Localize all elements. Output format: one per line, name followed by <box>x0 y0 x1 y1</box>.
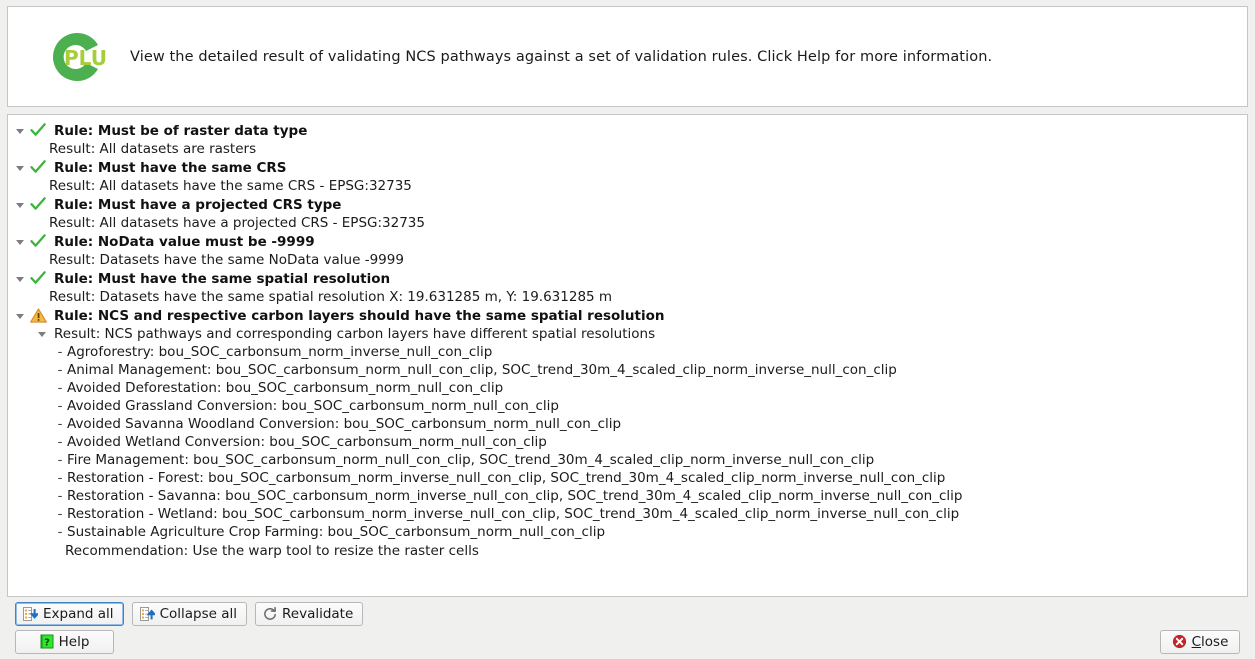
rule-label: Rule: Must have the same CRS <box>54 160 287 176</box>
check-icon <box>27 270 49 285</box>
rule-row[interactable]: Rule: NoData value must be -9999 <box>12 232 1243 251</box>
close-rest: lose <box>1201 633 1229 650</box>
pathway-detail-text: Avoided Savanna Woodland Conversion: bou… <box>67 416 622 432</box>
pathway-detail-text: Avoided Deforestation: bou_SOC_carbonsum… <box>67 380 504 396</box>
validation-rule-node: Rule: Must have a projected CRS type Res… <box>12 195 1243 232</box>
pathway-detail-text: Restoration - Forest: bou_SOC_carbonsum_… <box>67 470 946 486</box>
dash-bullet-icon: - <box>57 470 63 486</box>
rule-label: Rule: NoData value must be -9999 <box>54 234 315 250</box>
list-item: - Avoided Deforestation: bou_SOC_carbons… <box>12 379 1243 397</box>
help-button[interactable]: ? Help <box>15 629 114 654</box>
check-icon <box>27 159 49 174</box>
expander-triangle-icon[interactable] <box>12 122 27 134</box>
svg-text:PLUS: PLUS <box>64 46 108 70</box>
expander-triangle-icon[interactable] <box>12 159 27 171</box>
refresh-icon <box>263 606 277 621</box>
expand-all-button[interactable]: Expand all <box>15 602 124 626</box>
collapse-all-button[interactable]: Collapse all <box>131 602 247 626</box>
rule-result-text: Result: Datasets have the same NoData va… <box>49 252 404 268</box>
rule-result-row[interactable]: Result: NCS pathways and corresponding c… <box>12 325 1243 343</box>
validation-rule-node: Rule: NCS and respective carbon layers s… <box>12 306 1243 561</box>
rule-row[interactable]: Rule: Must have the same CRS <box>12 158 1243 177</box>
rule-row[interactable]: Rule: Must have the same spatial resolut… <box>12 269 1243 288</box>
expand-all-icon <box>23 606 40 622</box>
expander-triangle-icon[interactable] <box>12 196 27 208</box>
close-button[interactable]: Close <box>1160 629 1240 654</box>
recommendation-text: Recommendation: Use the warp tool to res… <box>65 543 479 559</box>
pathway-detail-text: Avoided Grassland Conversion: bou_SOC_ca… <box>67 398 559 414</box>
collapse-all-label: Collapse all <box>159 606 237 622</box>
rule-result-text: Result: Datasets have the same spatial r… <box>49 289 613 305</box>
list-item: - Restoration - Savanna: bou_SOC_carbons… <box>12 487 1243 505</box>
pathway-detail-text: Fire Management: bou_SOC_carbonsum_norm_… <box>67 452 875 468</box>
dash-bullet-icon: - <box>57 488 63 504</box>
rule-label: Rule: Must have the same spatial resolut… <box>54 271 391 287</box>
expander-triangle-icon[interactable] <box>12 307 27 319</box>
dash-bullet-icon: - <box>57 398 63 414</box>
validation-rule-node: Rule: NoData value must be -9999 Result:… <box>12 232 1243 269</box>
help-icon: ? <box>40 634 54 649</box>
pathway-detail-text: Avoided Wetland Conversion: bou_SOC_carb… <box>67 434 547 450</box>
dialog-button-box: ? Help Close <box>7 627 1248 659</box>
revalidate-button[interactable]: Revalidate <box>255 602 364 626</box>
close-label: Close <box>1192 635 1229 649</box>
check-icon <box>27 233 49 248</box>
validation-report-dialog: PLUS View the detailed result of validat… <box>0 0 1255 659</box>
rule-label: Rule: NCS and respective carbon layers s… <box>54 308 665 324</box>
rule-row[interactable]: Rule: NCS and respective carbon layers s… <box>12 306 1243 325</box>
expand-all-label: Expand all <box>43 606 114 622</box>
rule-result-text: Result: All datasets are rasters <box>49 141 257 157</box>
dash-bullet-icon: - <box>57 434 63 450</box>
svg-text:?: ? <box>44 638 50 649</box>
check-icon <box>27 196 49 211</box>
cplus-logo: PLUS <box>46 29 108 85</box>
list-item: - Restoration - Forest: bou_SOC_carbonsu… <box>12 469 1243 487</box>
dash-bullet-icon: - <box>57 524 63 540</box>
pathway-detail-text: Restoration - Wetland: bou_SOC_carbonsum… <box>67 506 960 522</box>
dash-bullet-icon: - <box>57 380 63 396</box>
revalidate-label: Revalidate <box>282 606 354 622</box>
list-item: - Sustainable Agriculture Crop Farming: … <box>12 523 1243 541</box>
list-item: - Animal Management: bou_SOC_carbonsum_n… <box>12 361 1243 379</box>
validation-rule-node: Rule: Must be of raster data type Result… <box>12 121 1243 158</box>
dash-bullet-icon: - <box>57 452 63 468</box>
rule-row[interactable]: Rule: Must have a projected CRS type <box>12 195 1243 214</box>
collapse-all-icon <box>139 606 157 622</box>
list-item: - Avoided Wetland Conversion: bou_SOC_ca… <box>12 433 1243 451</box>
rule-label: Rule: Must have a projected CRS type <box>54 197 342 213</box>
warning-icon <box>27 307 49 323</box>
dash-bullet-icon: - <box>57 506 63 522</box>
list-item: - Fire Management: bou_SOC_carbonsum_nor… <box>12 451 1243 469</box>
dash-bullet-icon: - <box>57 416 63 432</box>
rule-result-text: Result: All datasets have a projected CR… <box>49 215 425 231</box>
list-item: - Avoided Savanna Woodland Conversion: b… <box>12 415 1243 433</box>
list-item: - Agroforestry: bou_SOC_carbonsum_norm_i… <box>12 343 1243 361</box>
pathway-detail-text: Agroforestry: bou_SOC_carbonsum_norm_inv… <box>67 344 493 360</box>
rule-result-text: Result: All datasets have the same CRS -… <box>49 178 412 194</box>
rule-label: Rule: Must be of raster data type <box>54 123 308 139</box>
dash-bullet-icon: - <box>57 362 63 378</box>
expander-triangle-icon[interactable] <box>12 233 27 245</box>
pathway-detail-text: Restoration - Savanna: bou_SOC_carbonsum… <box>67 488 963 504</box>
header-panel: PLUS View the detailed result of validat… <box>7 6 1248 107</box>
pathway-detail-text: Animal Management: bou_SOC_carbonsum_nor… <box>67 362 897 378</box>
validation-rule-node: Rule: Must have the same CRS Result: All… <box>12 158 1243 195</box>
expander-triangle-icon[interactable] <box>34 325 49 337</box>
tree-toolbar: Expand all Collapse all Revalidate <box>7 597 1248 627</box>
help-label: Help <box>58 633 90 650</box>
validation-results-tree[interactable]: Rule: Must be of raster data type Result… <box>7 114 1248 597</box>
check-icon <box>27 122 49 137</box>
rule-result-text: Result: NCS pathways and corresponding c… <box>54 326 656 342</box>
close-mnemonic: C <box>1191 633 1202 650</box>
list-item: - Restoration - Wetland: bou_SOC_carbons… <box>12 505 1243 523</box>
list-item: - Avoided Grassland Conversion: bou_SOC_… <box>12 397 1243 415</box>
pathway-detail-list: - Agroforestry: bou_SOC_carbonsum_norm_i… <box>12 343 1243 541</box>
expander-triangle-icon[interactable] <box>12 270 27 282</box>
header-description: View the detailed result of validating N… <box>130 48 993 65</box>
dash-bullet-icon: - <box>57 344 63 360</box>
rule-row[interactable]: Rule: Must be of raster data type <box>12 121 1243 140</box>
validation-rule-node: Rule: Must have the same spatial resolut… <box>12 269 1243 306</box>
close-icon <box>1172 634 1187 649</box>
pathway-detail-text: Sustainable Agriculture Crop Farming: bo… <box>67 524 606 540</box>
